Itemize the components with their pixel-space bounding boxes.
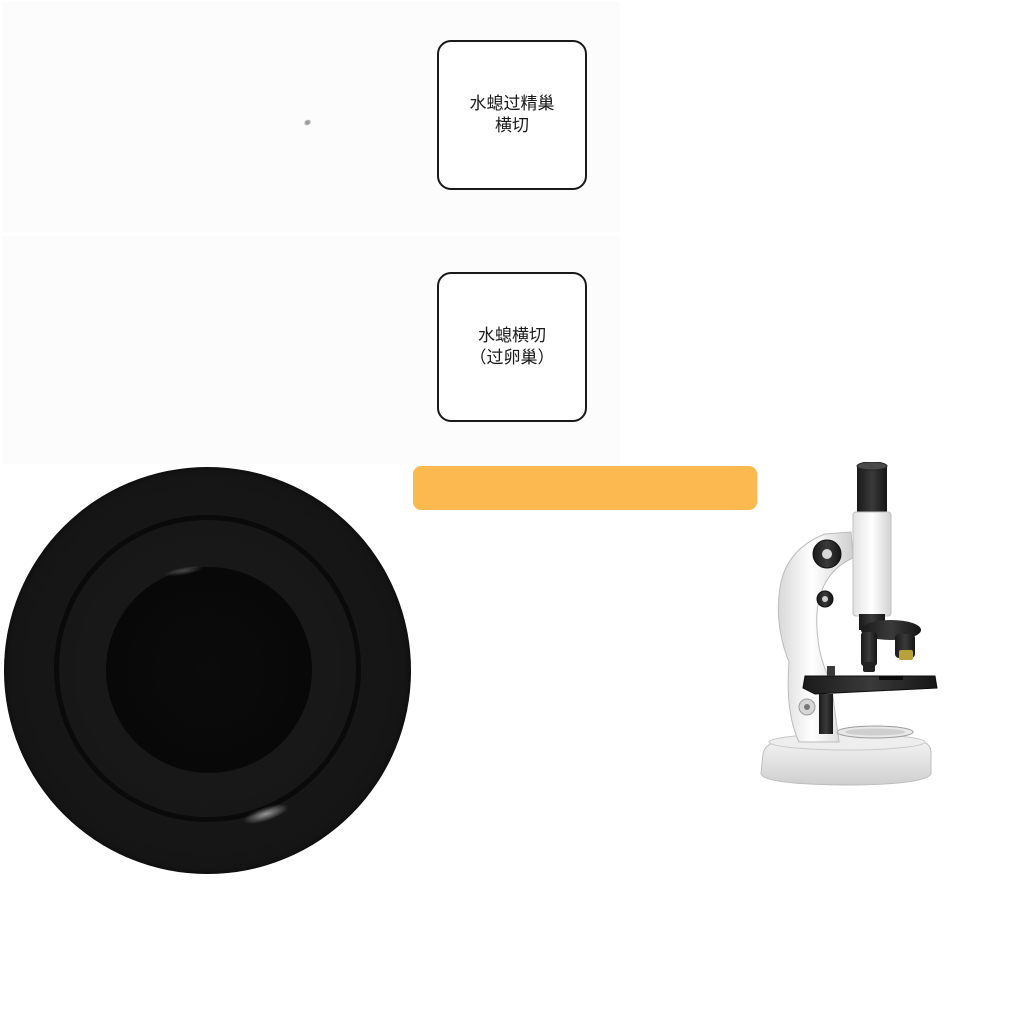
slide-label-card-testis[interactable]: 水螅过精巢 横切 (437, 40, 587, 190)
slide-label-text: 水螅横切 （过卵巢） (470, 325, 555, 369)
slide-label-card-ovary[interactable]: 水螅横切 （过卵巢） (437, 272, 587, 422)
slide-label-line-2: （过卵巢） (469, 348, 555, 368)
specimen-testis-section (303, 118, 312, 127)
slide-label-text: 水螅过精巢 横切 (470, 93, 555, 137)
slide-label-line-1: 水螅横切 (478, 326, 546, 346)
microscope-eyepiece-tube (852, 462, 892, 630)
microscope-image[interactable] (755, 462, 945, 788)
eyepiece-view-field (106, 567, 312, 773)
microscope-base (760, 733, 932, 786)
microscope-arm (777, 531, 854, 743)
slide-label-line-2: 横切 (495, 116, 529, 136)
slide-drop-bar[interactable] (413, 466, 757, 510)
slide-label-line-1: 水螅过精巢 (469, 94, 555, 114)
objective-lenses (861, 620, 921, 672)
coarse-focus-knob (812, 539, 842, 569)
eyepiece-lens-image (4, 467, 411, 874)
fine-focus-knob (816, 590, 834, 608)
microscope-mirror (836, 725, 914, 739)
